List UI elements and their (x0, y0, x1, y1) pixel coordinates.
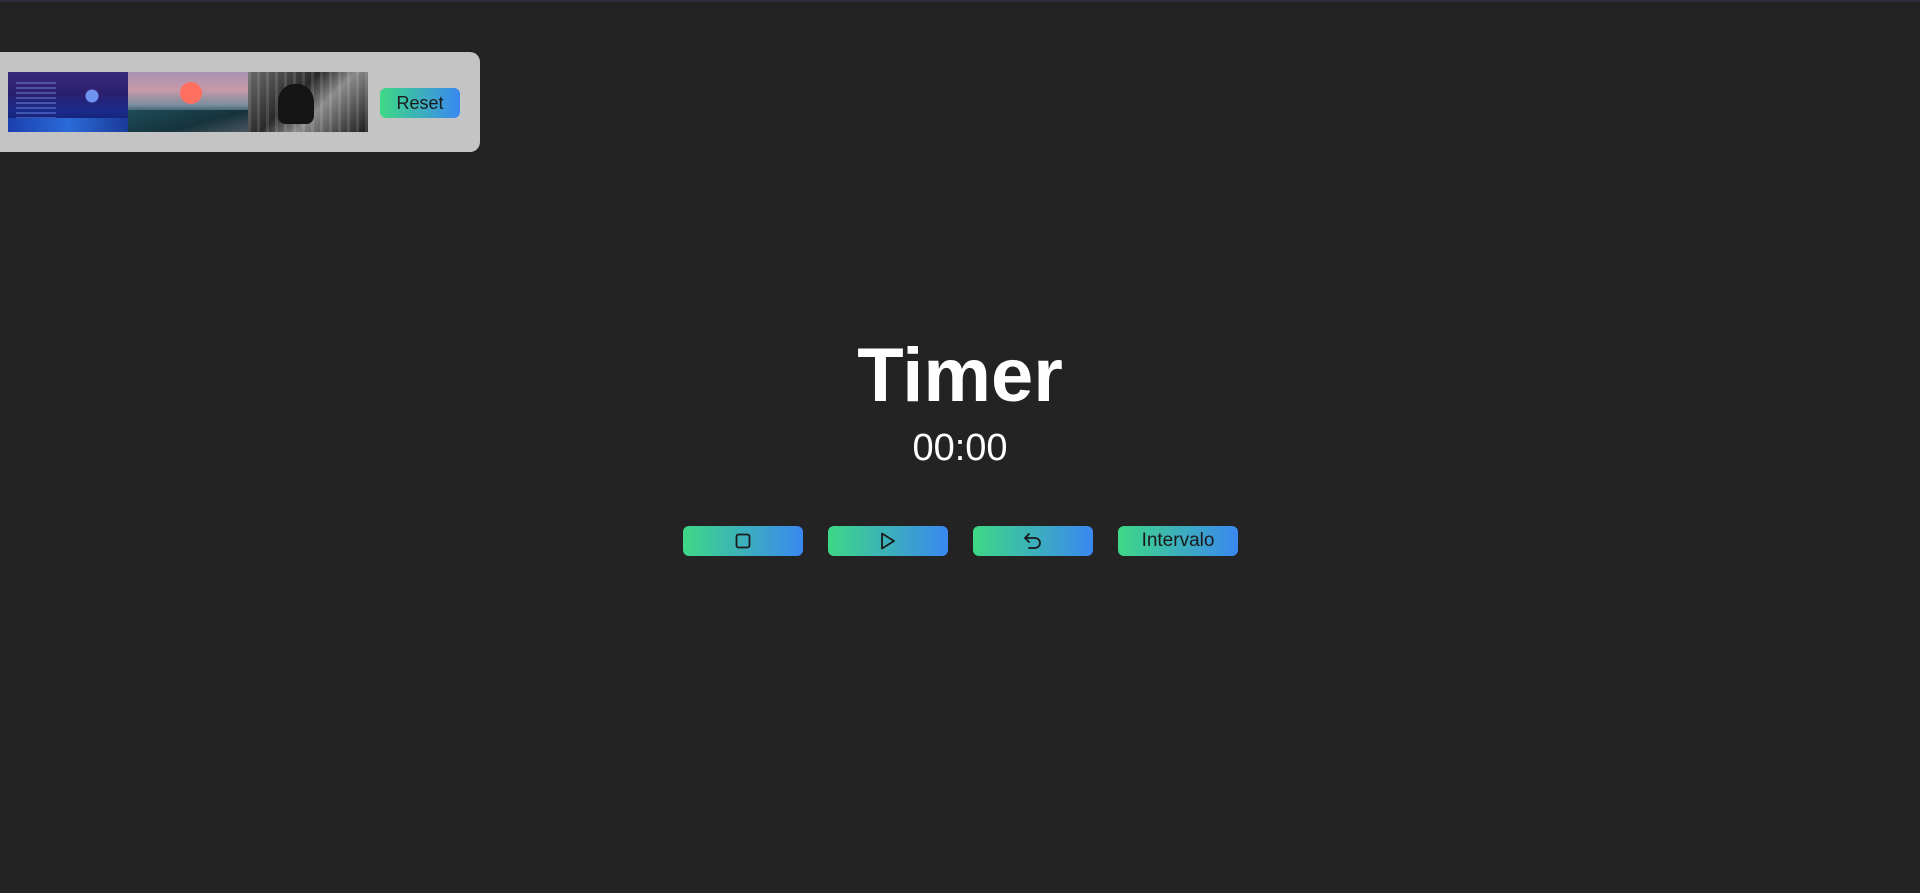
background-thumbnail-city[interactable] (8, 72, 128, 132)
stop-icon (735, 533, 751, 549)
background-thumbnails (8, 72, 368, 132)
background-thumbnail-sunset[interactable] (128, 72, 248, 132)
play-button[interactable] (828, 526, 948, 556)
interval-button[interactable]: Intervalo (1118, 526, 1238, 556)
timer-display: 00:00 (912, 427, 1008, 469)
timer-controls: Intervalo (683, 526, 1238, 556)
play-icon (880, 532, 896, 550)
top-border (0, 0, 1920, 2)
restart-button[interactable] (973, 526, 1093, 556)
page-title: Timer (857, 333, 1063, 418)
undo-icon (1023, 532, 1043, 550)
background-thumbnail-portrait[interactable] (248, 72, 368, 132)
stop-button[interactable] (683, 526, 803, 556)
reset-background-button[interactable]: Reset (380, 88, 460, 118)
background-selector-panel: Reset (0, 52, 480, 152)
